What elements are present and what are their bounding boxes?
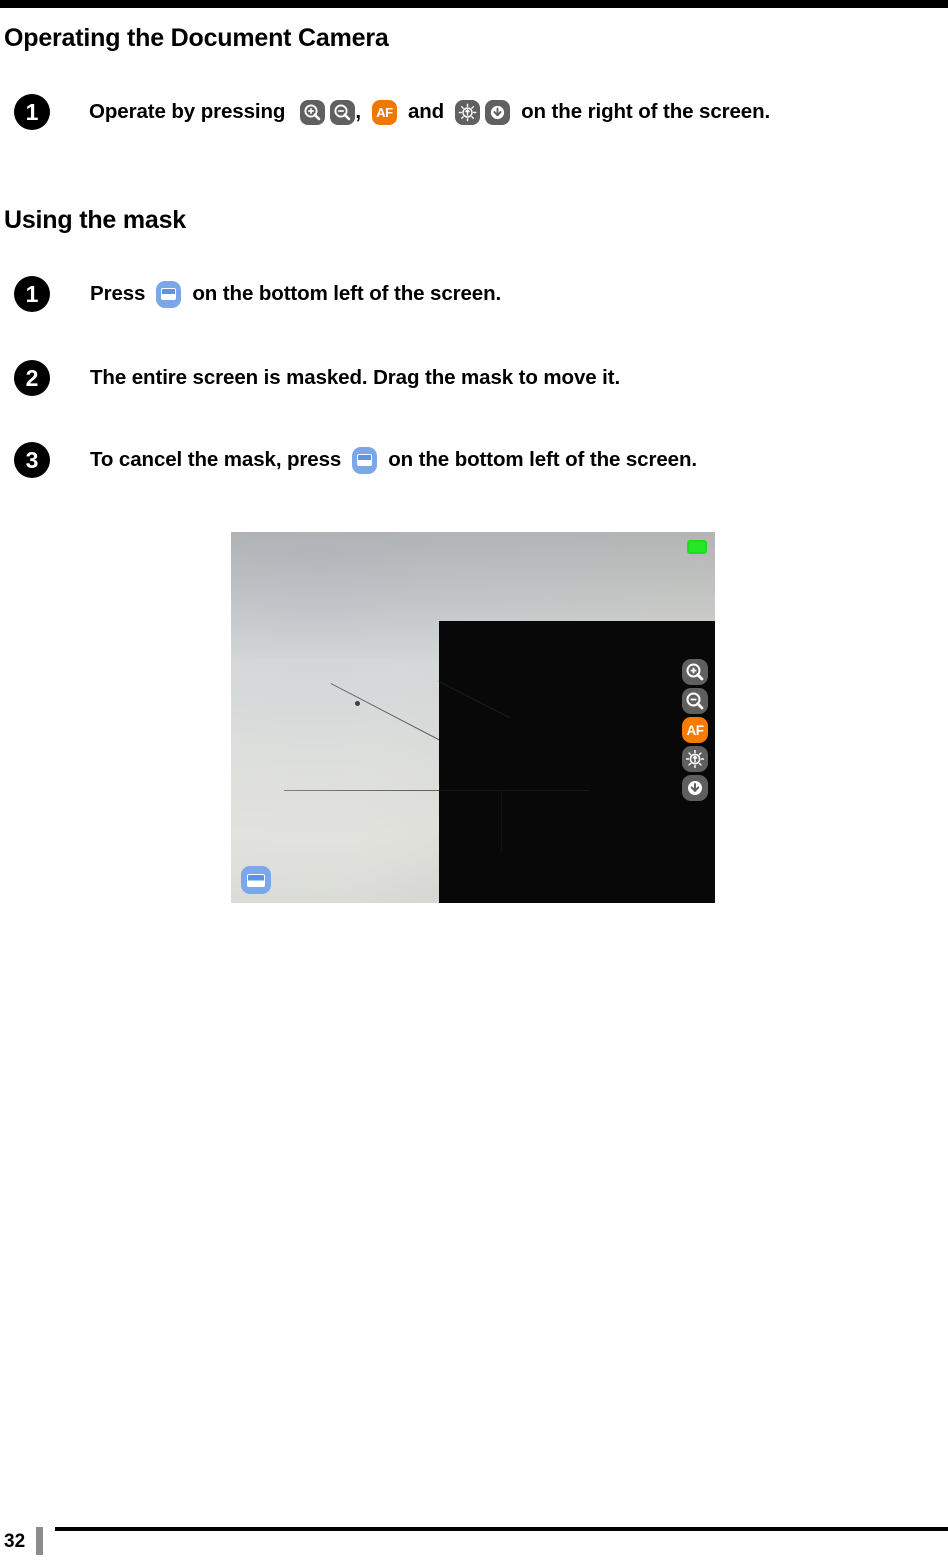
brightness-icon	[455, 99, 481, 125]
mask-ghost-line-diagonal	[438, 681, 511, 719]
mask-icon	[352, 446, 378, 474]
step-text: Press on the bottom left of the screen.	[90, 280, 502, 308]
step-text-comma: ,	[355, 100, 361, 123]
figure-document-camera-screen: AF	[231, 532, 715, 903]
step-text-after: on the bottom left of the screen.	[192, 282, 502, 305]
step-text-before: Press	[90, 282, 146, 305]
mask-overlay[interactable]	[438, 621, 715, 903]
footer-rule	[55, 1527, 948, 1531]
step-number-badge: 3	[14, 442, 50, 478]
step-number-badge: 1	[14, 276, 50, 312]
section-title-operating-camera: Operating the Document Camera	[4, 24, 389, 52]
step-text-and: and	[407, 100, 445, 123]
zoom-in-button[interactable]	[682, 659, 708, 685]
zoom-out-icon	[330, 99, 356, 125]
top-black-band	[0, 0, 948, 8]
step-press-mask-button: 1 Press on the bottom left of the screen…	[14, 276, 501, 312]
download-button[interactable]	[682, 775, 708, 801]
brightness-icon	[685, 749, 705, 769]
footer-tab-marker	[36, 1527, 43, 1555]
section-title-using-the-mask: Using the mask	[4, 206, 186, 234]
camera-toolbar: AF	[682, 659, 708, 801]
mask-icon	[156, 280, 182, 308]
mask-indicator-icon[interactable]	[687, 540, 707, 554]
document-page: Operating the Document Camera 1 Operate …	[0, 8, 948, 1563]
step-screen-is-masked: 2 The entire screen is masked. Drag the …	[14, 360, 620, 396]
step-text: Operate by pressing , AF and on the righ…	[89, 99, 771, 125]
step-text: The entire screen is masked. Drag the ma…	[90, 366, 620, 390]
zoom-in-icon	[300, 99, 326, 125]
af-button[interactable]: AF	[682, 717, 708, 743]
zoom-in-icon	[686, 663, 704, 681]
af-icon: AF	[371, 99, 397, 125]
pencil-tick-mark	[355, 701, 360, 706]
step-text-before: The entire screen is masked. Drag the ma…	[90, 366, 621, 389]
mask-ghost-line-vertical	[501, 791, 502, 851]
mask-ghost-line-horizontal	[439, 790, 589, 791]
step-text-after: on the bottom left of the screen.	[388, 448, 697, 471]
page-number: 32	[4, 1531, 26, 1552]
step-number-badge: 2	[14, 360, 50, 396]
step-text-after: on the right of the screen.	[521, 100, 771, 123]
zoom-out-icon	[686, 692, 704, 710]
step-cancel-mask: 3 To cancel the mask, press on the botto…	[14, 442, 697, 478]
step-text-before: To cancel the mask, press	[90, 448, 342, 471]
brightness-button[interactable]	[682, 746, 708, 772]
step-text-before: Operate by pressing	[89, 100, 286, 123]
mask-icon	[247, 873, 265, 887]
download-icon	[688, 781, 702, 795]
step-number-badge: 1	[14, 94, 50, 130]
download-icon	[485, 99, 511, 125]
step-text: To cancel the mask, press on the bottom …	[90, 446, 697, 474]
mask-button[interactable]	[241, 866, 271, 894]
step-operate-by-pressing: 1 Operate by pressing , AF and on the ri…	[14, 94, 770, 130]
zoom-out-button[interactable]	[682, 688, 708, 714]
